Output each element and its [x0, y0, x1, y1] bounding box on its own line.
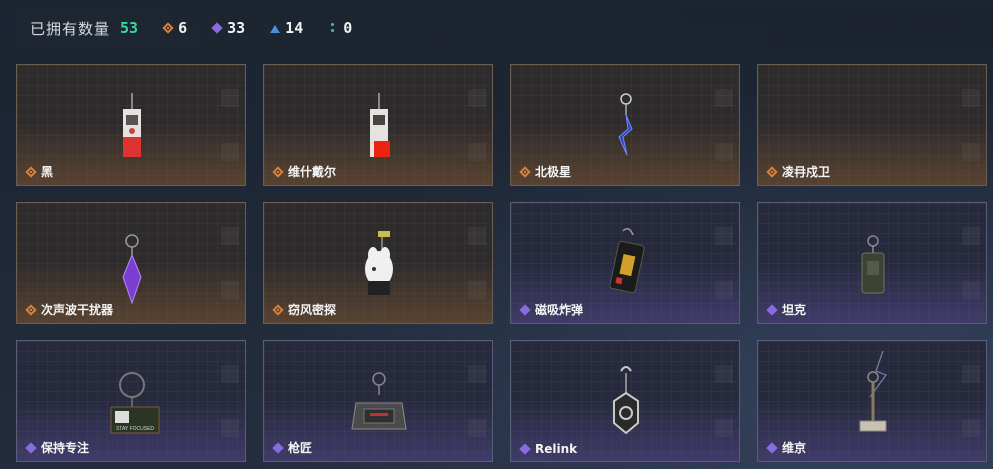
charm-card[interactable]: 北极星	[510, 64, 740, 186]
gold-diamond-icon	[25, 304, 37, 316]
purple-diamond-icon	[766, 304, 778, 316]
charm-name: 磁吸炸弹	[535, 303, 584, 317]
gold-diamond-icon	[766, 166, 778, 178]
charm-card[interactable]: 维京	[757, 340, 987, 462]
gold-diamond-icon	[272, 166, 284, 178]
gold-diamond-icon	[272, 304, 284, 316]
charm-name: 维什戴尔	[288, 165, 337, 179]
charm-card[interactable]: 窃风密探	[263, 202, 493, 324]
rarity-count-teal: 0	[327, 19, 352, 37]
charm-card[interactable]: 坦克	[757, 202, 987, 324]
purple-diamond-icon	[766, 442, 778, 454]
charm-card[interactable]: STAY FOCUSED 保持专注	[16, 340, 246, 462]
blue-triangle-icon	[269, 22, 281, 34]
owned-count-label: 已拥有数量	[30, 19, 111, 38]
stay-focused-tag-text: STAY FOCUSED	[116, 426, 154, 432]
charm-name: Relink	[535, 442, 578, 456]
charm-card[interactable]: 凌冄戍卫	[757, 64, 987, 186]
gold-diamond-icon	[25, 166, 37, 178]
charm-name: 坦克	[782, 303, 807, 317]
charm-card[interactable]: 维什戴尔	[263, 64, 493, 186]
rarity-count-blue: 14	[269, 19, 303, 37]
purple-count: 33	[227, 19, 246, 37]
blue-count: 14	[285, 19, 304, 37]
teal-count: 0	[343, 19, 353, 37]
charm-name: 枪匠	[288, 441, 313, 455]
purple-diamond-icon	[272, 442, 284, 454]
purple-diamond-icon	[519, 443, 531, 455]
charm-card[interactable]: 次声波干扰器	[16, 202, 246, 324]
rarity-count-purple: 33	[211, 19, 245, 37]
charm-card[interactable]: 黑	[16, 64, 246, 186]
charm-name: 保持专注	[41, 441, 90, 455]
charm-name: 凌冄戍卫	[782, 165, 831, 179]
charm-name: 黑	[41, 165, 54, 179]
purple-diamond-icon	[211, 22, 223, 34]
gold-diamond-icon	[162, 22, 174, 34]
owned-count-total: 53	[120, 19, 139, 37]
purple-diamond-icon	[519, 304, 531, 316]
charm-name: 窃风密探	[288, 303, 337, 317]
rarity-count-gold: 6	[162, 19, 187, 37]
charm-name: 次声波干扰器	[41, 303, 114, 317]
purple-diamond-icon	[25, 442, 37, 454]
gold-count: 6	[178, 19, 188, 37]
charm-name: 维京	[782, 441, 807, 455]
teal-dots-icon	[327, 22, 339, 34]
owned-summary-bar: 已拥有数量 53 6 33 14 0	[16, 8, 993, 48]
charm-card[interactable]: Relink	[510, 340, 740, 462]
gold-diamond-icon	[519, 166, 531, 178]
charm-card[interactable]: 枪匠	[263, 340, 493, 462]
charm-name: 北极星	[535, 165, 572, 179]
charm-card[interactable]: 磁吸炸弹	[510, 202, 740, 324]
